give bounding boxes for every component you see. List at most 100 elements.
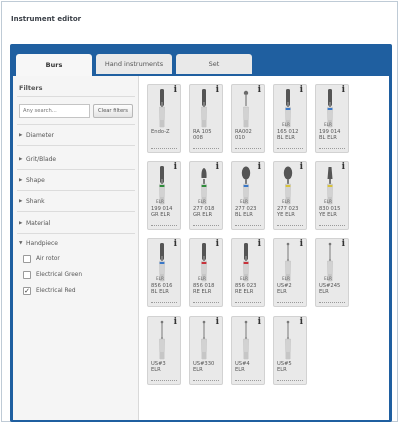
- dotted-divider: [319, 225, 345, 226]
- filter-label: Handpiece: [26, 239, 58, 247]
- filter-shank[interactable]: ▶ Shank: [19, 194, 135, 208]
- dotted-divider: [193, 225, 219, 226]
- caret-down-icon: ▼: [19, 240, 23, 246]
- shank-marking: ELR: [324, 122, 332, 127]
- dotted-divider: [193, 302, 219, 303]
- instrument-card[interactable]: i ELR 199 014 GR ELR: [147, 161, 181, 230]
- filter-label: Shape: [26, 176, 45, 184]
- info-icon[interactable]: i: [216, 317, 219, 327]
- instrument-card[interactable]: i US#330 ELR: [189, 316, 223, 385]
- instrument-card[interactable]: i ELR 856 016 BL ELR: [147, 238, 181, 307]
- dotted-divider: [277, 225, 303, 226]
- filter-label: Diameter: [26, 131, 55, 139]
- editor-container: Burs Hand instruments Set Filters Clear …: [10, 44, 392, 422]
- filter-label: Material: [26, 219, 51, 227]
- handpiece-option-electrical-green[interactable]: Electrical Green: [23, 269, 82, 281]
- filter-diameter[interactable]: ▶ Diameter: [19, 128, 135, 142]
- instrument-card[interactable]: i Endo-Z: [147, 84, 181, 153]
- shank-marking: ELR: [156, 199, 164, 204]
- instrument-card[interactable]: i ELR US#245 ELR: [315, 238, 349, 307]
- instrument-label: US#3 ELR: [151, 361, 166, 373]
- instrument-card[interactable]: i ELR 277 018 GR ELR: [189, 161, 223, 230]
- tab-hand-instruments[interactable]: Hand instruments: [96, 54, 172, 74]
- checkbox-checked[interactable]: ✓: [23, 287, 31, 295]
- info-icon[interactable]: i: [258, 239, 261, 249]
- clear-filters-button[interactable]: Clear filters: [93, 104, 133, 118]
- option-label: Electrical Green: [36, 272, 83, 278]
- info-icon[interactable]: i: [300, 85, 303, 95]
- caret-right-icon: ▶: [19, 156, 23, 162]
- divider: [17, 190, 135, 191]
- dotted-divider: [319, 148, 345, 149]
- info-icon[interactable]: i: [174, 85, 177, 95]
- instrument-card[interactable]: i US#3 ELR: [147, 316, 181, 385]
- instrument-card[interactable]: i ELR 199 014 BL ELR: [315, 84, 349, 153]
- instrument-label: 856 016 BL ELR: [151, 283, 173, 295]
- dotted-divider: [235, 148, 261, 149]
- shank-marking: ELR: [198, 276, 206, 281]
- divider: [17, 124, 135, 125]
- instrument-card[interactable]: i ELR 830 015 YE ELR: [315, 161, 349, 230]
- dotted-divider: [193, 380, 219, 381]
- instrument-card[interactable]: i ELR 856 018 RE ELR: [189, 238, 223, 307]
- tab-set[interactable]: Set: [176, 54, 252, 74]
- search-input[interactable]: [19, 104, 90, 118]
- dotted-divider: [235, 380, 261, 381]
- checkbox[interactable]: [23, 255, 31, 263]
- shank-marking: ELR: [156, 276, 164, 281]
- bur-icon: [201, 320, 207, 360]
- option-label: Electrical Red: [36, 288, 76, 294]
- info-icon[interactable]: i: [258, 85, 261, 95]
- instrument-card[interactable]: i ELR 165 012 BL ELR: [273, 84, 307, 153]
- divider: [17, 233, 135, 234]
- bur-icon: [285, 320, 291, 360]
- info-icon[interactable]: i: [258, 317, 261, 327]
- instrument-card[interactable]: i ELR 856 023 RE ELR: [231, 238, 265, 307]
- info-icon[interactable]: i: [342, 162, 345, 172]
- shank-marking: ELR: [324, 199, 332, 204]
- dotted-divider: [151, 302, 177, 303]
- instrument-card[interactable]: i US#5 ELR: [273, 316, 307, 385]
- instrument-label: Endo-Z: [151, 129, 170, 135]
- filter-material[interactable]: ▶ Material: [19, 216, 135, 230]
- instrument-label: 830 015 YE ELR: [319, 206, 341, 218]
- instrument-card[interactable]: i ELR 277 023 BL ELR: [231, 161, 265, 230]
- info-icon[interactable]: i: [300, 239, 303, 249]
- dotted-divider: [277, 380, 303, 381]
- instrument-label: 856 023 RE ELR: [235, 283, 257, 295]
- checkbox[interactable]: [23, 271, 31, 279]
- info-icon[interactable]: i: [174, 317, 177, 327]
- instrument-card[interactable]: i RA 105 008: [189, 84, 223, 153]
- instrument-card[interactable]: i RA002 010: [231, 84, 265, 153]
- bur-icon: [243, 90, 249, 128]
- dotted-divider: [277, 302, 303, 303]
- instrument-label: US#4 ELR: [235, 361, 250, 373]
- info-icon[interactable]: i: [300, 162, 303, 172]
- handpiece-option-electrical-red[interactable]: ✓ Electrical Red: [23, 285, 76, 297]
- filter-grit-blade[interactable]: ▶ Grit/Blade: [19, 152, 135, 166]
- caret-right-icon: ▶: [19, 220, 23, 226]
- bur-icon: [159, 89, 165, 128]
- info-icon[interactable]: i: [174, 239, 177, 249]
- info-icon[interactable]: i: [342, 85, 345, 95]
- instrument-label: RA 105 008: [193, 129, 212, 141]
- info-icon[interactable]: i: [174, 162, 177, 172]
- instrument-label: US#5 ELR: [277, 361, 292, 373]
- info-icon[interactable]: i: [342, 239, 345, 249]
- info-icon[interactable]: i: [258, 162, 261, 172]
- filter-shape[interactable]: ▶ Shape: [19, 173, 135, 187]
- instrument-card[interactable]: i ELR US#2 ELR: [273, 238, 307, 307]
- tab-burs[interactable]: Burs: [16, 54, 92, 76]
- bur-icon: [201, 89, 207, 128]
- instrument-card[interactable]: i US#4 ELR: [231, 316, 265, 385]
- info-icon[interactable]: i: [216, 239, 219, 249]
- handpiece-option-air-rotor[interactable]: Air rotor: [23, 253, 60, 265]
- info-icon[interactable]: i: [216, 85, 219, 95]
- filter-handpiece[interactable]: ▼ Handpiece: [19, 236, 135, 250]
- info-icon[interactable]: i: [300, 317, 303, 327]
- instrument-grid: i Endo-Z i RA 105 008 i RA002 010 i ELR 165 012 …: [139, 76, 389, 420]
- instrument-label: 856 018 RE ELR: [193, 283, 215, 295]
- instrument-card[interactable]: i ELR 277 023 YE ELR: [273, 161, 307, 230]
- window-title: Instrument editor: [11, 15, 82, 23]
- info-icon[interactable]: i: [216, 162, 219, 172]
